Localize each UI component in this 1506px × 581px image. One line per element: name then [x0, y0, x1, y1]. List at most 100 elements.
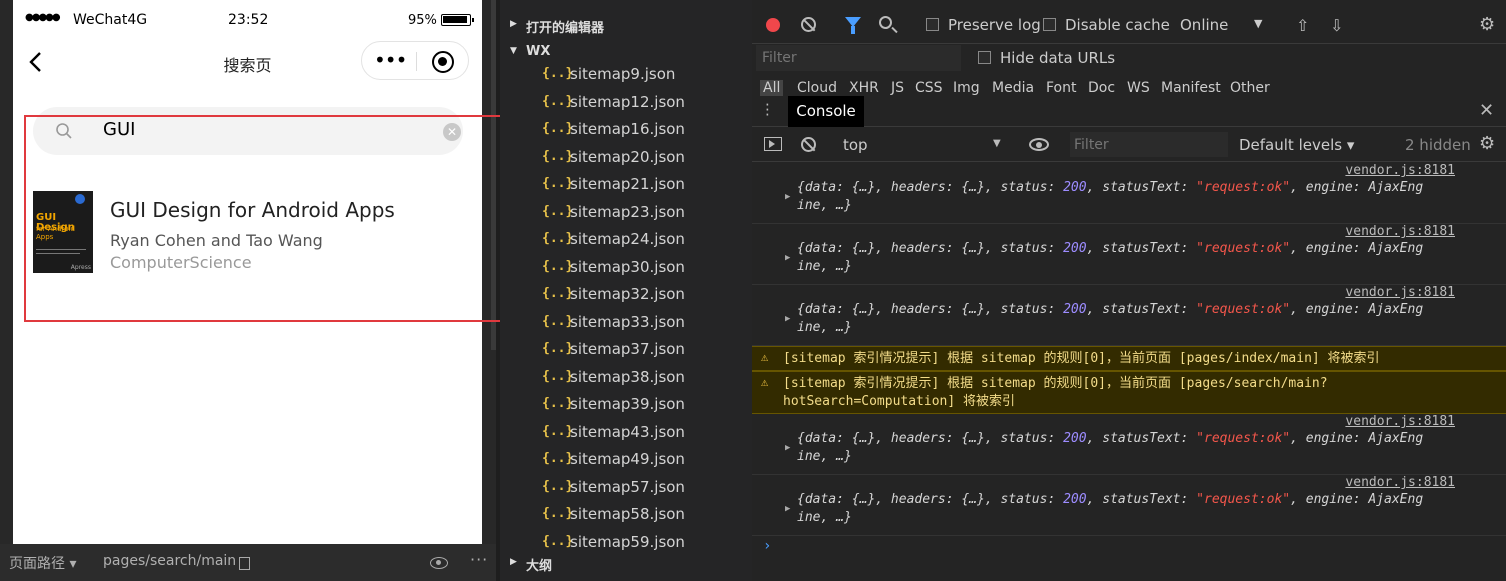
file-item[interactable]: {..} sitemap33.json [500, 311, 752, 339]
outline-section[interactable]: ▶ 大纲 [500, 551, 752, 577]
copy-icon[interactable] [239, 557, 250, 570]
console-prompt-icon[interactable]: › [763, 538, 771, 554]
page-path-dropdown[interactable]: 页面路径 ▾ [9, 553, 76, 573]
throttle-select[interactable]: Online [1180, 16, 1228, 34]
eye-icon[interactable] [1029, 138, 1049, 151]
type-filter-item[interactable]: Font [1046, 80, 1076, 96]
type-filter-item[interactable]: Other [1230, 80, 1270, 96]
battery-percent: 95% [408, 13, 437, 28]
type-filter-item[interactable]: CSS [915, 80, 943, 96]
capsule-divider [416, 52, 417, 71]
eye-icon[interactable] [430, 557, 448, 569]
console-warning-entry[interactable]: ⚠ [sitemap 索引情况提示] 根据 sitemap 的规则[0]，当前页面… [752, 346, 1506, 371]
source-link[interactable]: vendor.js:8181 [1345, 285, 1455, 300]
file-item[interactable]: {..} sitemap30.json [500, 256, 752, 284]
file-item[interactable]: {..} sitemap23.json [500, 201, 752, 229]
source-link[interactable]: vendor.js:8181 [1345, 414, 1455, 429]
sidebar-toggle-icon[interactable] [764, 137, 782, 151]
search-input[interactable] [103, 119, 403, 140]
console-log-entry[interactable]: vendor.js:8181 ▶ {data: {…}, headers: {…},… [752, 285, 1506, 346]
file-item[interactable]: {..} sitemap12.json [500, 91, 752, 119]
file-item[interactable]: {..} sitemap58.json [500, 503, 752, 531]
log-message: {data: {…}, headers: {…}, status: 200, s… [797, 302, 1424, 335]
download-icon[interactable]: ⇩ [1330, 16, 1344, 35]
expand-triangle-icon[interactable]: ▶ [785, 192, 790, 202]
source-link[interactable]: vendor.js:8181 [1345, 224, 1455, 239]
type-filter-item[interactable]: Manifest [1161, 80, 1221, 96]
file-name: sitemap49.json [570, 450, 685, 468]
upload-icon[interactable]: ⇧ [1296, 16, 1310, 35]
console-log-entry[interactable]: vendor.js:8181 ▶ {data: {…}, headers: {…},… [752, 475, 1506, 536]
clear-icon[interactable]: ✕ [443, 123, 461, 141]
chevron-down-icon[interactable]: ▼ [993, 138, 1001, 149]
json-file-icon: {..} [542, 533, 574, 549]
file-item[interactable]: {..} sitemap21.json [500, 173, 752, 201]
clear-log-icon[interactable] [801, 17, 816, 32]
file-item[interactable]: {..} sitemap38.json [500, 366, 752, 394]
more-menu-icon[interactable]: ••• [374, 50, 407, 70]
file-item[interactable]: {..} sitemap43.json [500, 421, 752, 449]
file-item[interactable]: {..} sitemap24.json [500, 228, 752, 256]
json-file-icon: {..} [542, 148, 574, 164]
devtools-panel: Preserve log Disable cache Online ▼ ⇧ ⇩ … [752, 0, 1506, 581]
hide-data-urls-checkbox[interactable] [978, 51, 991, 64]
console-log-entry[interactable]: vendor.js:8181 ▶ {data: {…}, headers: {…},… [752, 163, 1506, 224]
disable-cache-checkbox[interactable] [1043, 18, 1056, 31]
json-file-icon: {..} [542, 368, 574, 384]
search-icon[interactable] [879, 16, 892, 29]
preserve-log-label: Preserve log [948, 16, 1041, 34]
expand-triangle-icon[interactable]: ▶ [785, 443, 790, 453]
preserve-log-checkbox[interactable] [926, 18, 939, 31]
wechat-devtools-window: ●●●●● WeChat4G 23:52 95% 搜索页 ••• ✕ [0, 0, 1506, 581]
json-file-icon: {..} [542, 313, 574, 329]
simulator-scrollbar[interactable] [491, 0, 496, 350]
section-label: 打开的编辑器 [526, 21, 605, 36]
clear-console-icon[interactable] [801, 137, 816, 152]
log-levels-select[interactable]: Default levels ▾ [1239, 136, 1354, 154]
chevron-right-icon: ▶ [510, 19, 517, 29]
expand-triangle-icon[interactable]: ▶ [785, 314, 790, 324]
expand-triangle-icon[interactable]: ▶ [785, 253, 790, 263]
json-file-icon: {..} [542, 286, 574, 301]
close-miniprogram-icon[interactable] [432, 51, 454, 73]
json-file-icon: {..} [542, 258, 574, 274]
type-filter-item[interactable]: XHR [849, 80, 879, 96]
context-select[interactable]: top [843, 136, 868, 154]
chevron-down-icon[interactable]: ▼ [1254, 17, 1262, 30]
gear-icon[interactable]: ⚙ [1479, 133, 1495, 154]
more-icon[interactable]: ··· [470, 550, 488, 569]
result-title[interactable]: GUI Design for Android Apps [110, 198, 395, 222]
open-editors-section[interactable]: ▶ 打开的编辑器 [500, 13, 752, 39]
file-item[interactable]: {..} sitemap16.json [500, 118, 752, 146]
filter-icon[interactable] [845, 17, 861, 34]
console-log-entry[interactable]: vendor.js:8181 ▶ {data: {…}, headers: {…},… [752, 414, 1506, 475]
file-item[interactable]: {..} sitemap20.json [500, 146, 752, 174]
file-item[interactable]: {..} sitemap37.json [500, 338, 752, 366]
close-icon[interactable]: ✕ [1479, 100, 1494, 121]
file-item[interactable]: {..} sitemap57.json [500, 476, 752, 504]
console-warning-entry[interactable]: ⚠ [sitemap 索引情况提示] 根据 sitemap 的规则[0]，当前页面… [752, 371, 1506, 414]
type-filter-item[interactable]: WS [1127, 80, 1150, 96]
type-filter-item[interactable]: All [760, 80, 784, 96]
tab-console[interactable]: Console [788, 96, 864, 127]
type-filter-item[interactable]: Doc [1088, 80, 1115, 96]
network-filter-input[interactable] [756, 45, 961, 71]
type-filter-item[interactable]: Media [992, 80, 1034, 96]
record-icon[interactable] [766, 18, 780, 32]
type-filter-item[interactable]: Cloud [797, 80, 837, 96]
file-item[interactable]: {..} sitemap9.json [500, 63, 752, 91]
file-item[interactable]: {..} sitemap32.json [500, 283, 752, 311]
gear-icon[interactable]: ⚙ [1479, 14, 1495, 35]
file-item[interactable]: {..} sitemap49.json [500, 448, 752, 476]
source-link[interactable]: vendor.js:8181 [1345, 163, 1455, 178]
status-bar: ●●●●● WeChat4G 23:52 95% [13, 0, 482, 40]
expand-triangle-icon[interactable]: ▶ [785, 504, 790, 514]
drawer-menu-icon[interactable]: · · · [765, 98, 770, 123]
console-filter-input[interactable] [1070, 132, 1228, 157]
console-log-entry[interactable]: vendor.js:8181 ▶ {data: {…}, headers: {…},… [752, 224, 1506, 285]
type-filter-item[interactable]: JS [891, 80, 904, 96]
source-link[interactable]: vendor.js:8181 [1345, 475, 1455, 490]
file-item[interactable]: {..} sitemap39.json [500, 393, 752, 421]
type-filter-item[interactable]: Img [953, 80, 980, 96]
book-cover[interactable]: GUI Design for Android Apps Apress [33, 191, 93, 273]
